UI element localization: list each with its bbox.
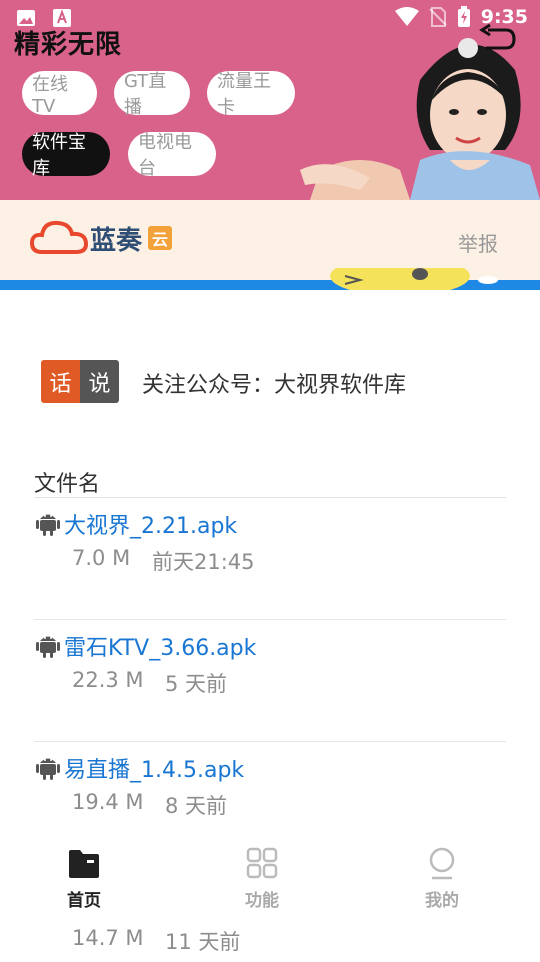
android-icon [36,514,60,536]
follow-account-text: 关注公众号：大视界软件库 [142,373,407,398]
app-title: 精彩无限 [14,30,123,60]
file-size: 22.3 M [72,668,144,692]
nav-mine-label: 我的 [425,891,459,911]
files-column-header: 文件名 [34,472,101,497]
app-header: 9:35 精彩无限 在线TV GT直播 流量王卡 软件宝库 电视电台 [0,0,540,200]
tab-gt-live[interactable]: GT直播 [114,71,190,118]
cloud-brand-name: 蓝奏 [90,226,143,256]
cloud-brand-tag: 云 [148,226,172,250]
file-row[interactable]: 雷石KTV_3.66.apk 22.3 M 5 天前 [34,622,506,742]
cloud-logo-icon [30,220,89,254]
file-time: 11 天前 [165,930,241,954]
nav-home[interactable]: 首页 [24,842,144,920]
nav-home-label: 首页 [67,891,101,911]
ribbon-art [0,268,540,290]
file-size: 19.4 M [72,790,144,814]
wifi-icon [394,7,419,26]
android-icon [36,636,60,658]
tab-online-tv[interactable]: 在线TV [22,71,97,117]
decorative-ribbon [0,268,540,290]
file-name-link[interactable]: 雷石KTV_3.66.apk [64,630,256,662]
divider [34,619,506,620]
tab-software-library[interactable]: 软件宝库 [22,132,110,179]
android-icon [36,758,60,780]
back-arrow-icon[interactable] [478,24,516,56]
divider [34,741,506,742]
battery-charging-icon [457,6,470,27]
no-sim-icon [429,7,447,27]
nav-features[interactable]: 功能 [202,842,322,920]
lanzou-cloud-banner: 蓝奏 云 举报 [0,200,540,268]
file-time: 5 天前 [165,672,228,696]
talk-badge-left: 话 [41,360,80,403]
tab-data-card[interactable]: 流量王卡 [207,71,295,118]
bottom-nav: 首页 功能 我的 [0,842,540,920]
divider [34,497,506,498]
nav-features-label: 功能 [245,891,279,911]
file-time: 8 天前 [165,794,228,818]
user-icon [429,847,455,880]
report-link[interactable]: 举报 [458,228,498,257]
grid-icon [246,847,278,879]
file-size: 7.0 M [72,546,131,570]
file-size: 14.7 M [72,926,144,950]
file-row[interactable]: 大视界_2.21.apk 7.0 M 前天21:45 [34,500,506,620]
file-name-link[interactable]: 大视界_2.21.apk [64,508,237,540]
talk-badge: 话 说 [41,360,119,403]
file-name-link[interactable]: 易直播_1.4.5.apk [64,752,244,784]
tab-tv-radio[interactable]: 电视电台 [128,132,216,179]
file-time: 前天21:45 [152,550,255,574]
folder-icon [69,850,99,878]
nav-mine[interactable]: 我的 [382,842,502,920]
talk-badge-right: 说 [80,360,119,403]
